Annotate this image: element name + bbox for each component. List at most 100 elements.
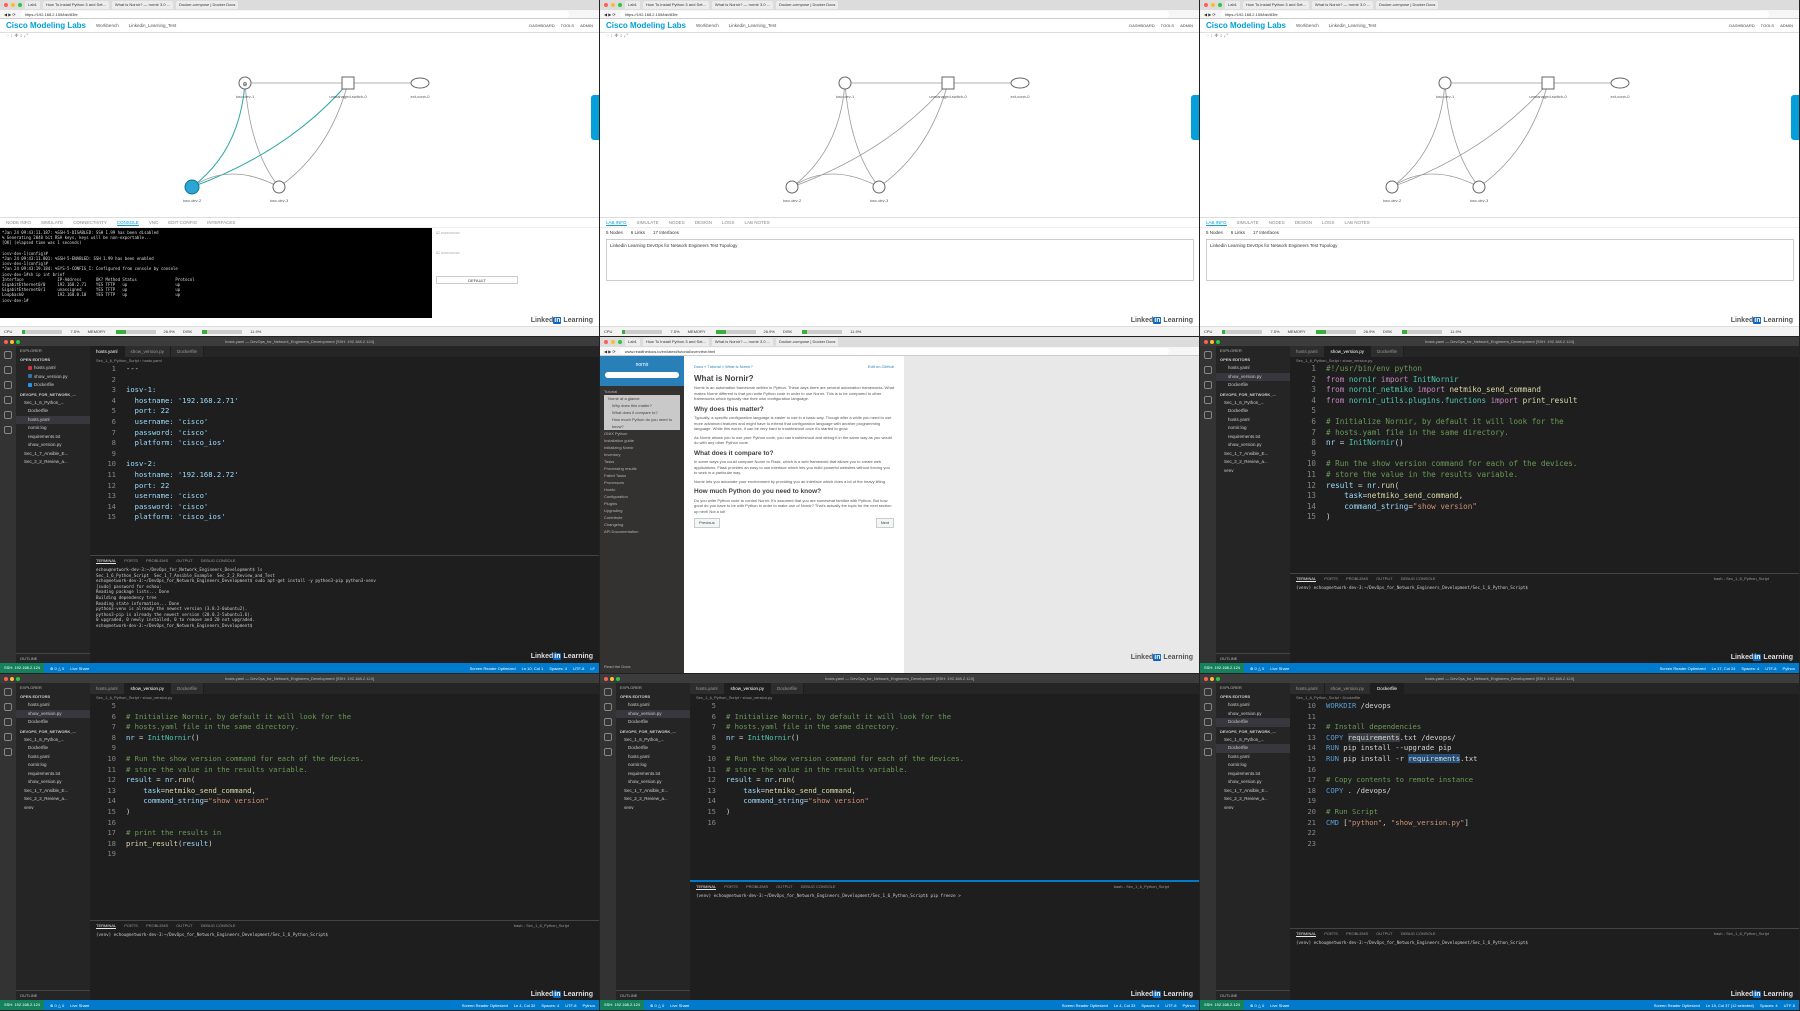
- source-control-icon[interactable]: [4, 381, 12, 389]
- browser-tab[interactable]: Docker-compose | Docker Docs: [1376, 1, 1439, 9]
- tab-console[interactable]: CONSOLE: [116, 220, 139, 226]
- tree-item[interactable]: Dockerfile: [16, 407, 90, 416]
- admin-button[interactable]: ADMIN: [580, 23, 593, 28]
- source-control-icon[interactable]: [1204, 718, 1212, 726]
- tab-lab-info[interactable]: LAB INFO: [1206, 220, 1227, 226]
- browser-tab[interactable]: Docker-compose | Docker Docs: [776, 1, 839, 9]
- url-field[interactable]: https://192.168.2.155/lab/83fe: [19, 10, 569, 18]
- run-debug-icon[interactable]: [604, 733, 612, 741]
- remote-indicator[interactable]: SSH: 192.168.2.124: [0, 663, 45, 673]
- tab-nodes[interactable]: NODES: [669, 220, 685, 225]
- search-icon[interactable]: [1204, 703, 1212, 711]
- tools-button[interactable]: TOOLS: [1161, 23, 1175, 28]
- browser-tab[interactable]: What is Nornir? — nornir 3.0 ...: [1311, 1, 1374, 9]
- tab-simulate[interactable]: SIMULATE: [41, 220, 63, 225]
- tab-lab-info[interactable]: LAB INFO: [606, 220, 627, 226]
- tab-connectivity[interactable]: CONNECTIVITY: [73, 220, 107, 225]
- run-debug-icon[interactable]: [1204, 733, 1212, 741]
- dashboard-button[interactable]: DASHBOARD: [1129, 23, 1154, 28]
- side-panel-toggle[interactable]: [591, 95, 599, 140]
- dashboard-button[interactable]: DASHBOARD: [1729, 23, 1754, 28]
- remote-explorer-icon[interactable]: [4, 426, 12, 434]
- dashboard-button[interactable]: DASHBOARD: [529, 23, 554, 28]
- tab-edit-config[interactable]: EDIT CONFIG: [168, 220, 197, 225]
- side-panel-toggle[interactable]: [1191, 95, 1199, 140]
- browser-tab[interactable]: How To Install Python 3 and Set...: [642, 1, 709, 9]
- extensions-icon[interactable]: [604, 748, 612, 756]
- breadcrumb-lab[interactable]: Linkedin_Learning_Test: [129, 23, 177, 28]
- tab-show-version[interactable]: show_version.py: [124, 346, 172, 357]
- files-icon[interactable]: [4, 351, 12, 359]
- extensions-icon[interactable]: [1204, 748, 1212, 756]
- back-icon[interactable]: ◀ ▶ ⟳: [604, 349, 616, 354]
- next-button[interactable]: Next: [875, 518, 894, 528]
- tab-design[interactable]: DESIGN: [695, 220, 712, 225]
- topology-canvas[interactable]: iosv-dev-1 unmanaged-switch-0 ext-conn-0…: [1200, 41, 1799, 217]
- lab-description-field[interactable]: Linkedin Learning DevOps for Network Eng…: [606, 239, 1194, 281]
- tab-design[interactable]: DESIGN: [1295, 220, 1312, 225]
- live-share-button[interactable]: Live Share: [70, 666, 89, 671]
- back-icon[interactable]: ◀ ▶ ⟳: [604, 12, 616, 17]
- side-panel-toggle[interactable]: [1791, 95, 1799, 140]
- search-icon[interactable]: [4, 703, 12, 711]
- read-the-docs-footer[interactable]: Read the Docs: [604, 664, 630, 669]
- breadcrumb-workbench[interactable]: Workbench: [1296, 23, 1319, 28]
- topology-canvas[interactable]: iosv-dev-1 unmanaged-switch-0 ext-conn-0…: [600, 41, 1199, 217]
- admin-button[interactable]: ADMIN: [1780, 23, 1793, 28]
- terminal-output[interactable]: (venv) echou@network-dev-3:~/DevOps_for_…: [1290, 583, 1799, 593]
- canvas-toolbar[interactable]: ◌ ↕ ✚ ⌕ ⤢: [1200, 33, 1799, 41]
- lab-description-field[interactable]: Linkedin Learning DevOps for Network Eng…: [1206, 239, 1794, 281]
- tab-simulate[interactable]: SIMULATE: [637, 220, 659, 225]
- source-control-icon[interactable]: [4, 718, 12, 726]
- tab-simulate[interactable]: SIMULATE: [1237, 220, 1259, 225]
- browser-tab[interactable]: Docker-compose | Docker Docs: [776, 338, 839, 346]
- extensions-icon[interactable]: [4, 411, 12, 419]
- topology-canvas[interactable]: ⊕ iosv-dev-1 unmanaged-switch-0 ext-conn…: [0, 41, 599, 217]
- terminal-output[interactable]: (venv) echou@network-dev-3:~/DevOps_for_…: [1290, 938, 1799, 948]
- default-button[interactable]: DEFAULT: [436, 276, 518, 284]
- browser-tab[interactable]: How To Install Python 3 and Set...: [42, 1, 109, 9]
- browser-tab[interactable]: Docker-compose | Docker Docs: [176, 1, 239, 9]
- url-field[interactable]: https://192.168.2.155/lab/83fe: [1219, 10, 1769, 18]
- url-field[interactable]: https://192.168.2.155/lab/83fe: [619, 10, 1169, 18]
- tab-lab-notes[interactable]: LAB NOTES: [744, 220, 769, 225]
- canvas-toolbar[interactable]: ◌ ↕ ✚ ⌕ ⤢: [0, 33, 599, 41]
- terminal-output[interactable]: echou@network-dev-3:~/DevOps_for_Network…: [90, 565, 599, 631]
- tab-logs[interactable]: LOGS: [1322, 220, 1335, 225]
- tab-node-info[interactable]: NODE INFO: [6, 220, 31, 225]
- open-file[interactable]: show_version.py: [16, 373, 90, 382]
- code-area[interactable]: 1 --- 2 3 iosv-1: 4 hostname: '192.168.2.71' 5…: [90, 364, 599, 523]
- run-debug-icon[interactable]: [4, 396, 12, 404]
- open-file[interactable]: Dockerfile: [16, 381, 90, 390]
- browser-tab[interactable]: How To Install Python 3 and Set...: [642, 338, 709, 346]
- tab-dockerfile[interactable]: Dockerfile: [171, 346, 205, 357]
- previous-button[interactable]: Previous: [694, 518, 720, 528]
- back-icon[interactable]: ◀ ▶ ⟳: [1204, 12, 1216, 17]
- tree-item[interactable]: Sec_1_7_Ansible_E...: [16, 450, 90, 459]
- browser-tab[interactable]: Lab1: [625, 338, 640, 346]
- tab-logs[interactable]: LOGS: [722, 220, 735, 225]
- docs-search-input[interactable]: [605, 372, 679, 378]
- problems-count[interactable]: ⊗ 0 △ 0: [50, 666, 64, 671]
- browser-tab[interactable]: Lab1: [1225, 1, 1240, 9]
- terminal-output[interactable]: (venv) echou@network-dev-3:~/DevOps_for_…: [90, 930, 599, 940]
- tree-item[interactable]: Sec_1_6_Python_...: [16, 399, 90, 408]
- tools-button[interactable]: TOOLS: [1761, 23, 1775, 28]
- tab-interfaces[interactable]: INTERFACES: [207, 220, 235, 225]
- browser-tab[interactable]: What is Nornir? — nornir 3.0 ...: [711, 1, 774, 9]
- back-icon[interactable]: ◀ ▶ ⟳: [4, 12, 16, 17]
- breadcrumb[interactable]: Sec_1_6_Python_Script › show_version.py: [1290, 357, 1799, 364]
- tab-vnc[interactable]: VNC: [149, 220, 159, 225]
- breadcrumb[interactable]: Sec_1_6_Python_Script › hosts.yaml: [90, 357, 599, 364]
- source-control-icon[interactable]: [604, 718, 612, 726]
- files-icon[interactable]: [1204, 688, 1212, 696]
- code-area[interactable]: 5 6 # Initialize Nornir, by default it wil…: [690, 701, 1199, 828]
- terminal-output[interactable]: (venv) echou@network-dev-3:~/DevOps_for_…: [690, 891, 1199, 901]
- tab-nodes[interactable]: NODES: [1269, 220, 1285, 225]
- search-icon[interactable]: [4, 366, 12, 374]
- tree-item[interactable]: hosts.yaml: [16, 415, 90, 424]
- breadcrumb-workbench[interactable]: Workbench: [96, 23, 119, 28]
- open-file[interactable]: hosts.yaml: [16, 364, 90, 373]
- code-area[interactable]: 1 #!/usr/bin/env python 2 from nornir impor…: [1290, 364, 1799, 523]
- docs-breadcrumb[interactable]: Docs » Tutorial » What is Nornir?: [694, 364, 753, 370]
